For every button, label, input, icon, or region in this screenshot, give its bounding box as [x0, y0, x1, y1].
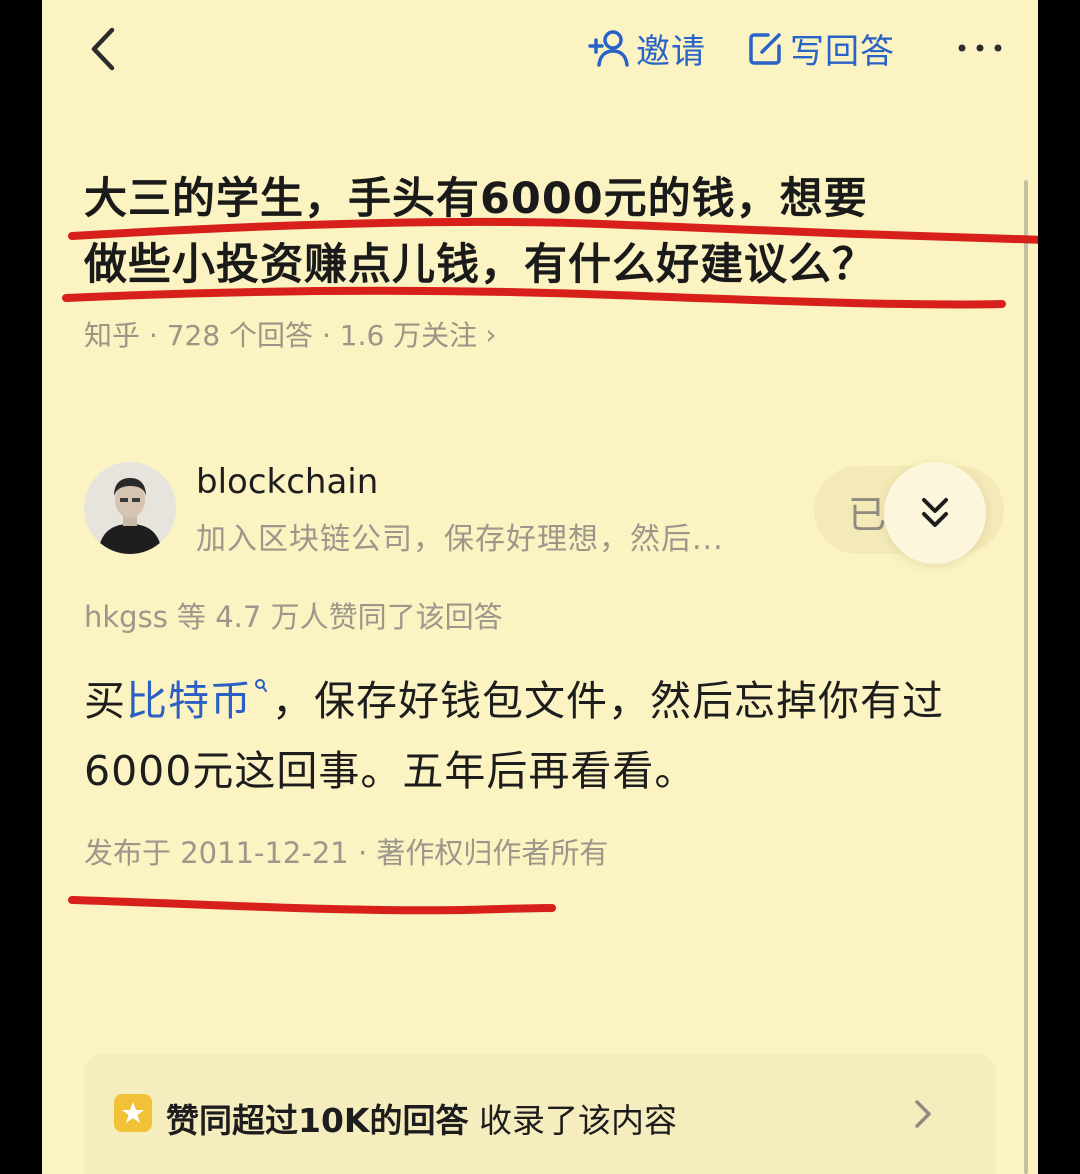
star-icon — [114, 1094, 152, 1132]
vote-summary[interactable]: hkgss 等 4.7 万人赞同了该回答 — [84, 594, 503, 636]
follow-label: 已 — [848, 493, 887, 537]
answer-body[interactable]: 买比特币 ，保存好钱包文件，然后忘掉你有过 6000元这回事。五年后再看看。 — [84, 666, 994, 806]
answer-prefix: 买 — [84, 677, 126, 725]
author-bio: 加入区块链公司，保存好理想，然后... — [196, 522, 724, 557]
answer-line-1-rest: ，保存好钱包文件，然后忘掉你有过 — [272, 677, 944, 725]
expand-button[interactable] — [884, 462, 986, 564]
back-button[interactable] — [78, 22, 128, 76]
edit-icon — [749, 33, 781, 65]
more-horizontal-icon — [958, 44, 1002, 52]
answer-line-2: 6000元这回事。五年后再看看。 — [84, 747, 697, 795]
add-user-icon — [588, 30, 629, 67]
badge-strong-text: 赞同超过10K的回答 — [166, 1101, 469, 1140]
avatar[interactable] — [84, 462, 176, 554]
chevron-left-icon — [91, 27, 115, 71]
scrollbar[interactable] — [1024, 180, 1028, 1174]
red-underline-3 — [68, 896, 556, 915]
app-screen: 邀请 写回答 大三的学生，手头有6000元的钱，想要 做些小投资赚点儿钱，有什么… — [42, 0, 1038, 1174]
double-chevron-down-icon — [922, 498, 948, 527]
question-title-line-2: 做些小投资赚点儿钱，有什么好建议么？ — [84, 240, 876, 290]
chevron-right-icon[interactable] — [908, 1096, 938, 1132]
invite-label: 邀请 — [636, 31, 706, 72]
publish-info: 发布于 2011-12-21 · 著作权归作者所有 — [84, 836, 609, 870]
avatar-photo — [84, 462, 176, 554]
chevron-right-icon: › — [485, 317, 497, 351]
badge-rest-text: 收录了该内容 — [468, 1101, 677, 1140]
more-options-button[interactable] — [950, 24, 1010, 72]
question-meta-text: 知乎 · 728 个回答 · 1.6 万关注 — [84, 319, 478, 352]
author-name[interactable]: blockchain — [196, 462, 378, 502]
write-answer-label: 写回答 — [790, 31, 895, 72]
bitcoin-link[interactable]: 比特币 — [126, 677, 252, 725]
search-icon — [255, 679, 267, 692]
question-meta[interactable]: 知乎 · 728 个回答 · 1.6 万关注 › — [84, 314, 496, 354]
write-answer-button[interactable]: 写回答 — [748, 22, 895, 74]
collection-badge-text: 赞同超过10K的回答 收录了该内容 — [166, 1094, 677, 1142]
answer-line-1: 买比特币 ，保存好钱包文件，然后忘掉你有过 — [84, 666, 994, 736]
question-title[interactable]: 大三的学生，手头有6000元的钱，想要 做些小投资赚点儿钱，有什么好建议么？ — [84, 166, 984, 298]
invite-button[interactable]: 邀请 — [588, 22, 706, 74]
question-title-line-1: 大三的学生，手头有6000元的钱，想要 — [84, 174, 868, 224]
